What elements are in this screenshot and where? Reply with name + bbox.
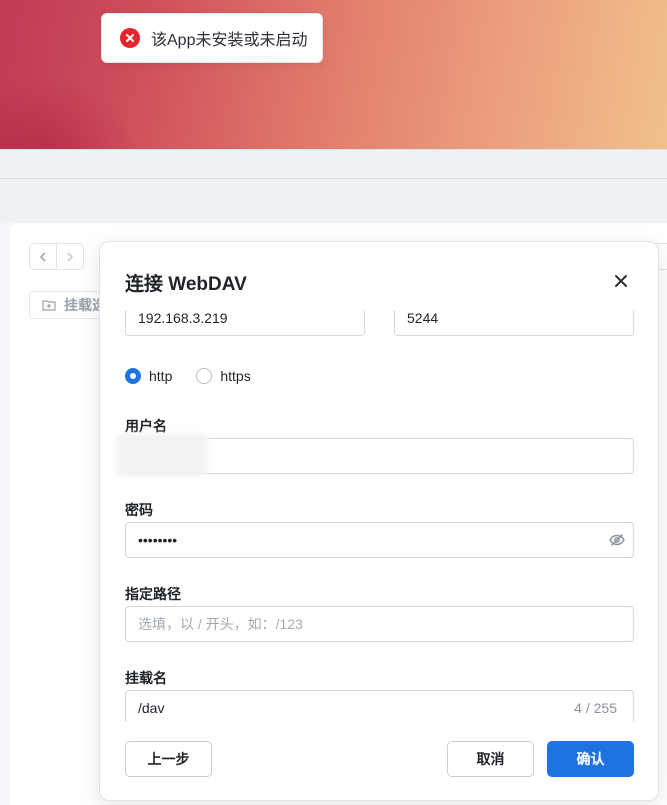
password-label: 密码 <box>125 502 153 518</box>
path-input[interactable]: 选填，以 / 开头，如：/123 <box>125 606 634 642</box>
chevron-right-icon <box>67 251 74 262</box>
dialog-body: 192.168.3.219 5244 http https 用户名 密码 •••… <box>100 310 658 722</box>
port-input[interactable]: 5244 <box>394 310 634 336</box>
mount-name-value: /dav <box>138 700 165 716</box>
protocol-radio-group: http https <box>125 368 275 384</box>
toast-message: 该App未安装或未启动 <box>151 32 308 49</box>
navigation-buttons <box>29 243 84 270</box>
toolbar-area <box>0 179 667 223</box>
redacted-username <box>116 434 208 476</box>
confirm-button[interactable]: 确认 <box>547 741 634 777</box>
back-button[interactable] <box>30 244 56 269</box>
path-label: 指定路径 <box>125 586 181 602</box>
radio-https[interactable] <box>196 368 213 384</box>
radio-http-label[interactable]: http <box>149 368 172 384</box>
host-value: 192.168.3.219 <box>138 310 228 326</box>
dialog-title: 连接 WebDAV <box>125 274 247 295</box>
cancel-button[interactable]: 取消 <box>447 741 534 777</box>
error-icon <box>120 28 140 48</box>
char-counter: 4 / 255 <box>574 700 617 716</box>
mount-name-input[interactable]: /dav 4 / 255 <box>125 690 634 722</box>
error-toast: 该App未安装或未启动 <box>101 13 323 63</box>
prev-step-button[interactable]: 上一步 <box>125 741 212 777</box>
host-input[interactable]: 192.168.3.219 <box>125 310 365 336</box>
radio-https-label[interactable]: https <box>220 368 250 384</box>
username-label: 用户名 <box>125 418 167 434</box>
path-placeholder: 选填，以 / 开头，如：/123 <box>138 616 303 632</box>
forward-button[interactable] <box>56 244 83 269</box>
mount-name-label: 挂载名 <box>125 670 167 686</box>
radio-http[interactable] <box>125 368 141 384</box>
password-value: •••••••• <box>138 532 178 548</box>
port-value: 5244 <box>407 310 439 326</box>
chevron-left-icon <box>40 251 46 262</box>
eye-off-icon[interactable] <box>609 532 625 551</box>
top-bar <box>0 149 667 179</box>
folder-plus-icon <box>42 300 56 311</box>
password-input[interactable]: •••••••• <box>125 522 634 558</box>
close-icon[interactable] <box>610 270 632 292</box>
webdav-dialog: 连接 WebDAV 192.168.3.219 5244 http https … <box>99 241 659 801</box>
